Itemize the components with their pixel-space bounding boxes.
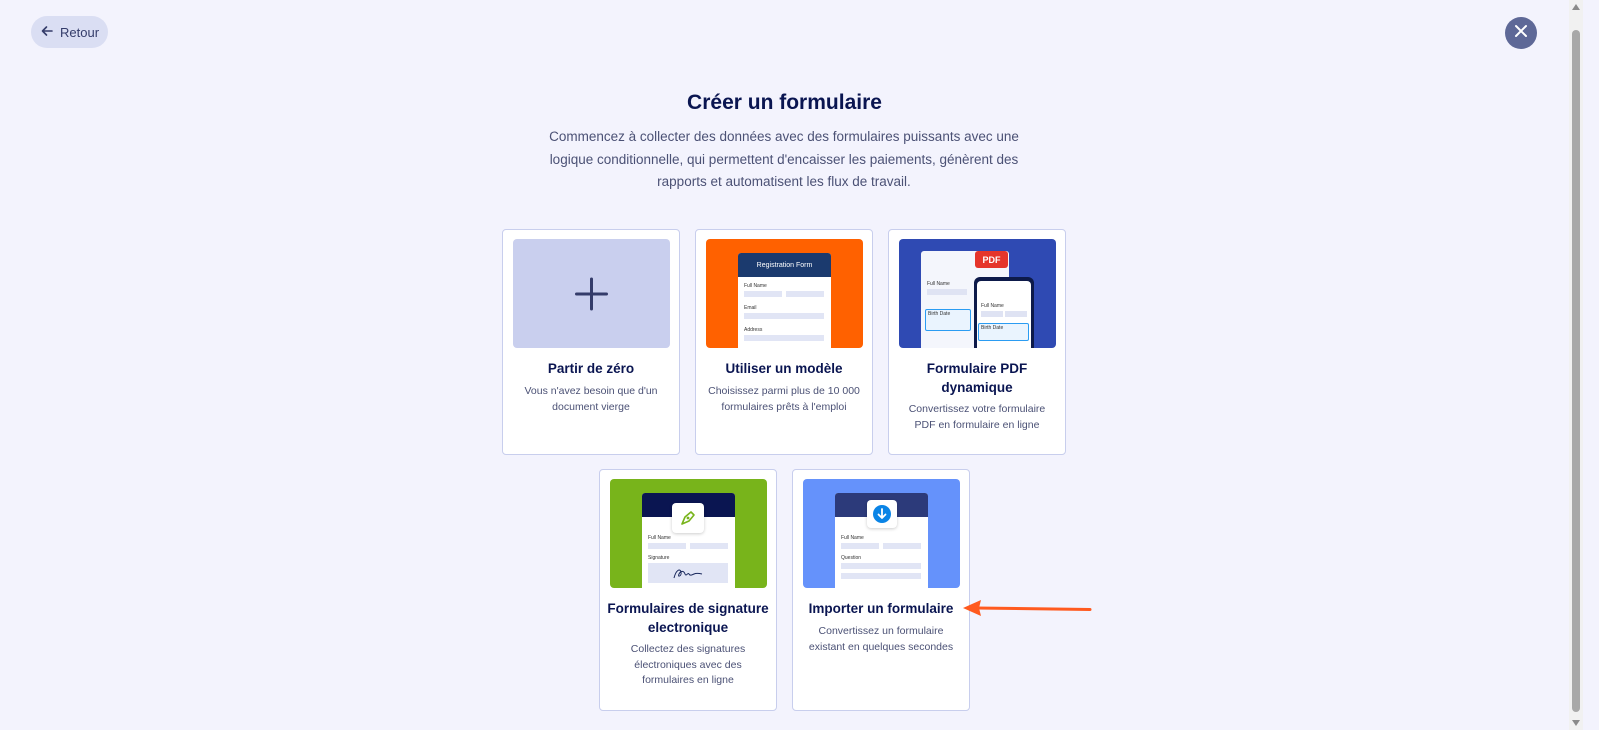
mock-label: Birth Date: [928, 311, 951, 317]
card-title: Partir de zéro: [547, 361, 635, 376]
import-thumbnail: Full Name Question: [803, 479, 960, 588]
close-button[interactable]: [1505, 17, 1537, 49]
close-icon: [1514, 24, 1528, 43]
card-description: Convertissez un formulaire existant en q…: [808, 625, 954, 653]
mock-field: [1005, 311, 1027, 317]
signature-thumbnail: Full Name Signature: [610, 479, 767, 588]
mock-field: [648, 543, 686, 549]
card-description: Vous n'avez besoin que d'un document vie…: [524, 385, 658, 413]
back-button[interactable]: Retour: [31, 16, 108, 48]
card-start-from-scratch[interactable]: Partir de zéro Vous n'avez besoin que d'…: [502, 229, 680, 455]
mock-label: Address: [744, 327, 763, 333]
card-use-template[interactable]: Registration Form Full Name Email Addres…: [695, 229, 873, 455]
pdf-thumbnail: Full Name Birth Date PDF Full Name Birth…: [899, 239, 1056, 348]
page-subtitle: Commencez à collecter des données avec d…: [549, 129, 1019, 189]
plus-icon: [575, 277, 608, 311]
blank-thumbnail: [513, 239, 670, 348]
mock-highlight-field: Birth Date: [925, 309, 971, 331]
mock-field: [841, 543, 879, 549]
mock-label: Full Name: [927, 281, 950, 287]
form-mockup-header: Registration Form: [738, 253, 831, 277]
card-description: Convertissez votre formulaire PDF en for…: [908, 403, 1046, 431]
arrow-left-icon: [40, 24, 54, 41]
vertical-scrollbar[interactable]: [1569, 0, 1583, 730]
card-title: Utiliser un modèle: [725, 361, 843, 376]
mock-label: Full Name: [648, 535, 671, 541]
card-e-signature-forms[interactable]: Full Name Signature Formulaires de signa…: [599, 469, 777, 711]
mock-field: [883, 543, 921, 549]
phone-screen: Full Name Birth Date: [977, 281, 1031, 348]
back-label: Retour: [60, 24, 100, 40]
mock-field: [786, 291, 824, 297]
mock-field: [927, 289, 967, 295]
card-title: Formulaire PDF dynamique: [926, 361, 1028, 395]
mock-field: [744, 313, 824, 319]
card-description: Choisissez parmi plus de 10 000 formulai…: [708, 385, 860, 413]
template-thumbnail: Registration Form Full Name Email Addres…: [706, 239, 863, 348]
scroll-up-arrow[interactable]: [1572, 4, 1580, 10]
card-dynamic-pdf[interactable]: Full Name Birth Date PDF Full Name Birth…: [888, 229, 1066, 455]
mock-field: [841, 563, 921, 569]
annotation-arrow-icon: [962, 597, 1094, 626]
form-mockup: Full Name Question: [835, 493, 928, 588]
card-import-form[interactable]: Full Name Question Importer un formulair…: [792, 469, 970, 711]
mock-highlight-field: Birth Date: [978, 323, 1029, 341]
mock-label: Full Name: [841, 535, 864, 541]
card-title: Importer un formulaire: [808, 601, 954, 616]
mock-label: Signature: [648, 555, 670, 561]
mock-field: [841, 573, 921, 579]
mock-field: [690, 543, 728, 549]
form-mockup: Registration Form Full Name Email Addres…: [738, 253, 831, 348]
card-description: Collectez des signatures électroniques a…: [630, 643, 746, 686]
mock-field: [744, 335, 824, 341]
mock-label: Full Name: [744, 283, 767, 289]
scroll-thumb[interactable]: [1572, 30, 1580, 712]
form-mockup: Full Name Signature: [642, 493, 735, 588]
download-icon: [867, 500, 897, 528]
mock-label: Birth Date: [981, 325, 1004, 331]
mock-label: Email: [744, 305, 757, 311]
signature-scribble-icon: [673, 569, 703, 579]
mock-label: Full Name: [981, 303, 1004, 309]
pen-nib-icon: [672, 503, 704, 533]
scroll-down-arrow[interactable]: [1572, 720, 1580, 726]
mock-label: Question: [841, 555, 862, 561]
mock-field: [744, 291, 782, 297]
card-title: Formulaires de signature electronique: [607, 601, 769, 635]
signature-pad: [648, 563, 728, 583]
page-title: Créer un formulaire: [687, 91, 882, 114]
phone-mockup: Full Name Birth Date: [974, 277, 1034, 348]
pdf-badge: PDF: [975, 251, 1008, 268]
mock-field: [981, 311, 1003, 317]
